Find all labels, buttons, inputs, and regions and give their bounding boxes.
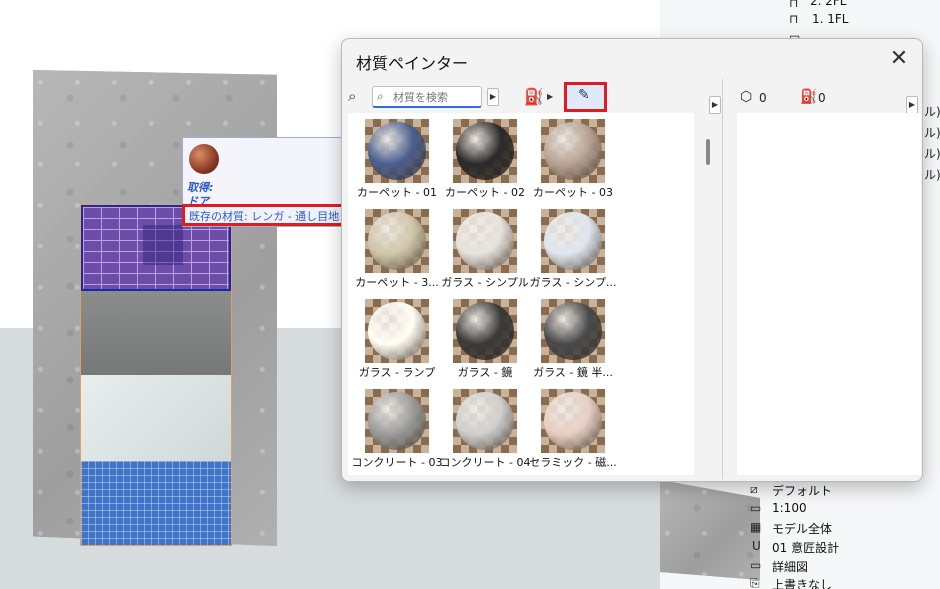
- material-thumbnail: [541, 119, 605, 183]
- search-icon[interactable]: ⌕: [348, 87, 356, 105]
- material-label: コンクリート - 04: [439, 456, 531, 469]
- material-sphere: [456, 302, 514, 360]
- material-sphere: [368, 212, 426, 270]
- material-tile[interactable]: カーペット - 03: [524, 113, 613, 199]
- material-tile[interactable]: セラミック - 磁...: [524, 383, 617, 469]
- material-label: ガラス - ランプ: [358, 366, 436, 379]
- model-value[interactable]: モデル全体: [772, 520, 832, 537]
- override-value[interactable]: 上書きなし: [772, 576, 832, 589]
- material-tile[interactable]: ガラス - シンプル: [436, 203, 529, 289]
- material-preview-ball: [189, 144, 219, 174]
- model-icon: ▦: [750, 520, 762, 534]
- material-thumbnail: [365, 299, 429, 363]
- material-label: コンクリート - 03: [351, 456, 443, 469]
- cube-icon: ⬡: [740, 89, 753, 105]
- material-sphere: [456, 122, 514, 180]
- door-object[interactable]: [80, 204, 232, 546]
- material-tile[interactable]: ガラス - ランプ: [348, 293, 435, 379]
- edge-text: ル): [924, 147, 940, 161]
- expand-left-arrow[interactable]: ▶: [709, 96, 721, 114]
- scale-value[interactable]: 1:100: [772, 501, 807, 515]
- material-label: カーペット - 3...: [355, 276, 439, 289]
- edge-text: ル): [924, 105, 940, 119]
- detail-value[interactable]: 詳細図: [772, 558, 808, 575]
- material-label: ガラス - 鏡: [457, 366, 513, 379]
- bucket-count: 0: [818, 91, 826, 105]
- material-thumbnail: [365, 389, 429, 453]
- dialog-title: 材質ペインター: [356, 54, 469, 73]
- material-label: カーペット - 03: [533, 186, 613, 199]
- material-label: セラミック - 磁...: [529, 456, 617, 469]
- scrollbar-thumb[interactable]: [706, 139, 710, 165]
- story-icon: ⊓: [789, 12, 799, 26]
- material-tile[interactable]: カーペット - 01: [348, 113, 437, 199]
- material-tile[interactable]: カーペット - 3...: [348, 203, 439, 289]
- material-thumbnail: [453, 299, 517, 363]
- scale-icon: ▭: [750, 501, 762, 515]
- material-sphere: [368, 392, 426, 450]
- material-sphere: [368, 302, 426, 360]
- story-1fl[interactable]: 1. 1FL: [812, 12, 849, 26]
- material-thumbnail: [541, 389, 605, 453]
- material-label: ガラス - シンプル: [441, 276, 529, 289]
- material-painter-dialog: 材質ペインター ✕ ⌕ ⌕ ▶ ⛽ ▶ ✎ カーペット - 01 カーペット -…: [341, 38, 923, 482]
- paint-mode-arrow[interactable]: ▶: [547, 92, 553, 101]
- material-sphere: [544, 122, 602, 180]
- hover-highlight: [143, 225, 183, 265]
- blue-tile-material-face[interactable]: [81, 461, 231, 545]
- edge-text: ル): [924, 126, 940, 140]
- material-sphere: [544, 212, 602, 270]
- white-material-face[interactable]: [81, 375, 231, 461]
- story-icon: ⊓: [789, 0, 799, 10]
- close-icon[interactable]: ✕: [886, 47, 912, 73]
- material-label: カーペット - 01: [357, 186, 437, 199]
- paint-bucket-icon: ⛽: [800, 89, 818, 105]
- search-options-arrow[interactable]: ▶: [487, 88, 499, 106]
- material-label: カーペット - 02: [445, 186, 525, 199]
- layer-value[interactable]: デフォルト: [772, 482, 832, 499]
- material-thumbnail: [541, 299, 605, 363]
- material-thumbnail: [541, 209, 605, 273]
- material-thumbnail: [453, 209, 517, 273]
- material-tile[interactable]: ガラス - シンプ...: [524, 203, 616, 289]
- material-tile[interactable]: コンクリート - 04: [436, 383, 530, 469]
- tooltip-existing-material: 既存の材質: レンガ - 通し目地: [189, 210, 340, 223]
- material-detail-pane: [737, 113, 921, 475]
- pen-icon: U: [752, 539, 761, 553]
- material-tile[interactable]: ガラス - 鏡: [436, 293, 522, 379]
- material-tile[interactable]: ガラス - 鏡 半...: [524, 293, 613, 379]
- material-sphere: [456, 212, 514, 270]
- override-icon: ⎘: [750, 576, 760, 589]
- search-icon: ⌕: [377, 89, 384, 103]
- material-thumbnail: [365, 209, 429, 273]
- search-field[interactable]: ⌕: [372, 86, 482, 108]
- eyedropper-icon: ✎: [578, 87, 590, 103]
- paint-bucket-icon[interactable]: ⛽: [524, 87, 544, 106]
- edge-text: ル): [924, 168, 940, 182]
- material-thumbnail: [365, 119, 429, 183]
- material-label: ガラス - 鏡 半...: [533, 366, 613, 379]
- cube-count: 0: [759, 91, 767, 105]
- search-input[interactable]: [393, 89, 479, 105]
- material-tile[interactable]: コンクリート - 03: [348, 383, 442, 469]
- layer-icon: ⧄: [750, 482, 758, 496]
- material-grid-scrollbar[interactable]: [702, 113, 714, 475]
- pen-set-value[interactable]: 01 意匠設計: [772, 539, 839, 556]
- concrete-material-face[interactable]: [81, 291, 231, 375]
- eyedropper-button[interactable]: ✎: [564, 82, 607, 112]
- pane-divider: [722, 79, 723, 479]
- detail-icon: ▭: [750, 558, 762, 572]
- material-label: ガラス - シンプ...: [529, 276, 617, 289]
- material-grid[interactable]: カーペット - 01 カーペット - 02 カーペット - 03 カーペット -…: [348, 113, 694, 475]
- material-thumbnail: [453, 119, 517, 183]
- material-sphere: [544, 392, 602, 450]
- expand-right-arrow[interactable]: ▶: [906, 96, 918, 114]
- material-sphere: [368, 122, 426, 180]
- existing-material-highlight: 既存の材質: レンガ - 通し目地: [182, 204, 350, 226]
- material-tile[interactable]: カーペット - 02: [436, 113, 525, 199]
- material-sphere: [544, 302, 602, 360]
- material-thumbnail: [453, 389, 517, 453]
- material-sphere: [456, 392, 514, 450]
- story-2fl[interactable]: 2. 2FL: [810, 0, 847, 8]
